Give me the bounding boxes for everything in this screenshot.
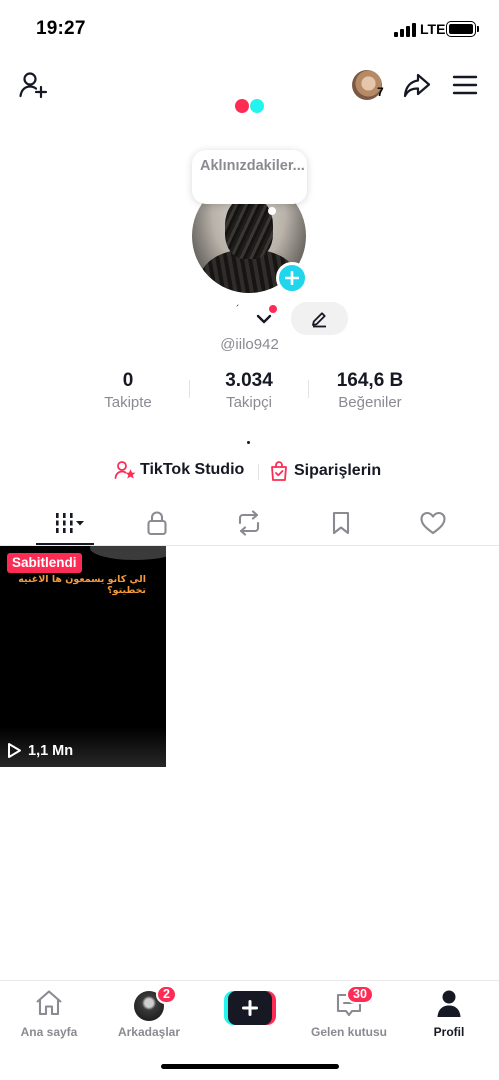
hamburger-menu-icon (452, 75, 478, 95)
likes-count: 164,6 B (336, 370, 404, 391)
tiktok-dots-logo (235, 99, 265, 113)
tiktok-studio-label: TikTok Studio (140, 461, 245, 478)
repost-icon (238, 509, 260, 536)
inbox-badge: 30 (346, 985, 374, 1004)
stat-following[interactable]: 0 Takipte (88, 370, 168, 413)
signal-icon (394, 23, 416, 37)
link-divider (258, 464, 259, 480)
profile-links: TikTok Studio Siparişlerin (0, 460, 499, 484)
followers-label: Takipçi (226, 394, 272, 411)
username: @iilo942 (220, 336, 279, 353)
menu-button[interactable] (448, 68, 482, 102)
views-text: 1,1 Mn (28, 742, 74, 759)
note-bubble[interactable]: Aklınızdakiler... (192, 150, 307, 204)
nav-profile[interactable]: Profil (404, 987, 494, 1039)
edit-profile-button[interactable] (291, 302, 348, 335)
notification-dot (268, 304, 278, 314)
add-friend-button[interactable] (16, 68, 50, 102)
home-indicator (161, 1064, 339, 1069)
share-icon (403, 73, 431, 98)
network-type: LTE (420, 21, 446, 37)
stat-followers[interactable]: 3.034 Takipçi (204, 370, 294, 413)
grid-videos-icon (56, 512, 84, 533)
home-icon (36, 990, 62, 1016)
friends-badge: 2 (156, 985, 177, 1004)
followers-count: 3.034 (225, 370, 273, 391)
tab-private[interactable] (127, 500, 187, 545)
likes-label: Beğeniler (338, 394, 402, 411)
profile-tabs (0, 500, 499, 546)
friends-story-count: 7 (377, 85, 384, 99)
battery-cap (477, 26, 479, 32)
tab-reposts[interactable] (219, 500, 279, 545)
add-user-icon (19, 72, 48, 99)
tab-videos[interactable] (35, 500, 95, 545)
add-story-button[interactable] (276, 262, 308, 294)
stat-divider (308, 380, 309, 398)
nav-profile-label: Profil (433, 1025, 465, 1039)
nav-inbox-label: Gelen kutusu (310, 1025, 387, 1039)
tab-favorites[interactable] (311, 500, 371, 545)
tiktok-studio-link[interactable]: TikTok Studio (114, 460, 244, 480)
status-time: 19:27 (36, 18, 86, 39)
video-caption: الي كانو يسمعون ها الاغنيه تخطيتو؟ (18, 574, 146, 596)
display-name: ´ (236, 304, 240, 316)
profile-stats: 0 Takipte 3.034 Takipçi 164,6 B Beğenile… (0, 370, 499, 414)
active-tab-indicator (36, 543, 94, 545)
video-view-count: 1,1 Mn (6, 742, 73, 759)
tab-liked[interactable] (403, 500, 463, 545)
stat-likes[interactable]: 164,6 B Beğeniler (318, 370, 422, 413)
following-label: Takipte (104, 394, 152, 411)
note-bubble-tail (268, 207, 276, 215)
bio-text (247, 441, 250, 444)
creator-icon (114, 461, 136, 479)
plus-icon (284, 270, 300, 286)
bookmark-icon (332, 511, 350, 534)
pencil-icon (312, 312, 326, 328)
orders-label: Siparişlerin (294, 462, 382, 479)
status-bar: 19:27 LTE (0, 0, 499, 56)
plus-icon (242, 1000, 258, 1016)
heart-icon (420, 511, 446, 534)
video-thumbnail[interactable]: Sabitlendi الي كانو يسمعون ها الاغنيه تخ… (0, 546, 166, 767)
nav-friends-label: Arkadaşlar (117, 1025, 181, 1039)
nav-home-label: Ana sayfa (20, 1025, 78, 1039)
share-profile-button[interactable] (400, 68, 434, 102)
create-video-button[interactable] (224, 991, 276, 1025)
nav-home[interactable]: Ana sayfa (4, 987, 94, 1039)
nav-inbox[interactable]: 30 Gelen kutusu (304, 985, 394, 1039)
red-dot-logo (235, 99, 249, 113)
following-count: 0 (122, 370, 134, 391)
lock-icon (147, 510, 167, 535)
play-icon (8, 743, 21, 758)
profile-icon (437, 990, 461, 1017)
battery-icon (446, 21, 476, 37)
stat-divider (189, 380, 190, 398)
pinned-badge: Sabitlendi (7, 553, 82, 573)
shopping-bag-icon (271, 461, 287, 481)
orders-link[interactable]: Siparişlerin (268, 460, 381, 482)
cyan-dot-logo (250, 99, 264, 113)
